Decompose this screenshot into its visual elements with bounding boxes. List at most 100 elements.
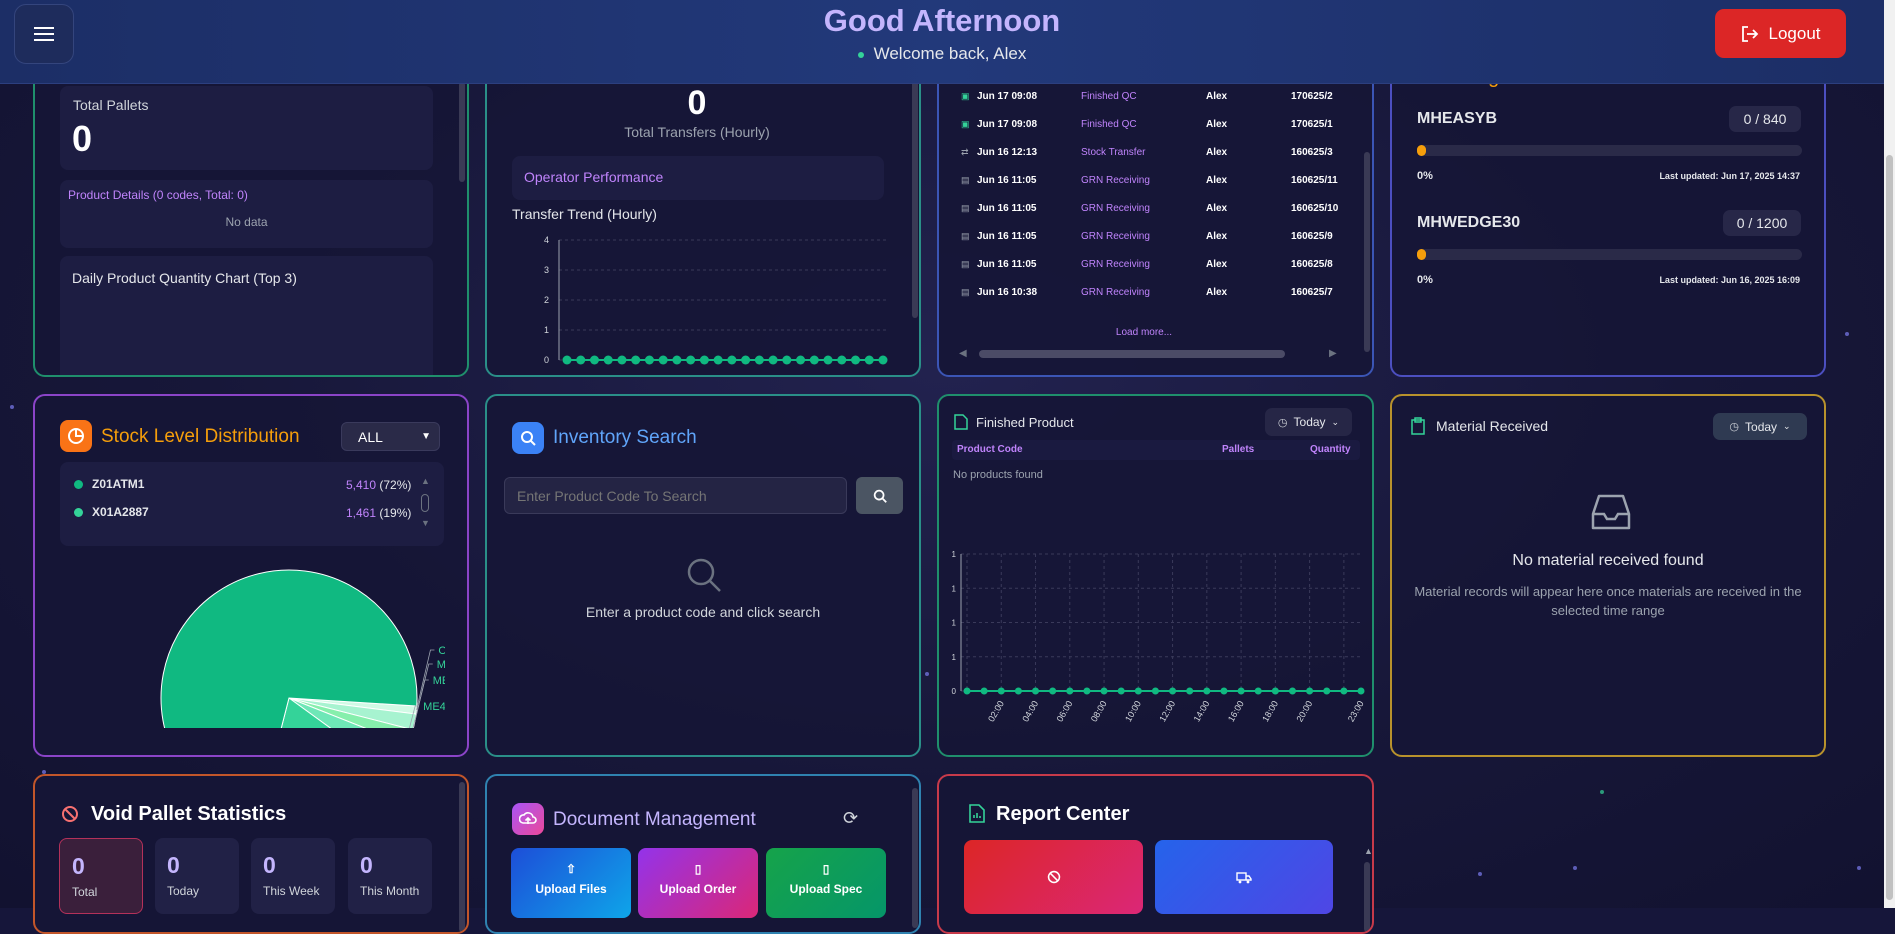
data-point[interactable] — [562, 355, 572, 365]
page-scrollbar[interactable] — [1884, 0, 1895, 908]
data-point[interactable] — [686, 355, 696, 365]
material-title: Material Received — [1436, 418, 1549, 434]
data-point[interactable] — [631, 355, 641, 365]
material-range-select[interactable]: ◷ Today ⌄ — [1713, 413, 1807, 440]
activity-time: Jun 16 11:05 — [977, 230, 1037, 242]
table-row[interactable]: ▤ Jun 16 10:38 GRN Receiving Alex 160625/7 — [961, 278, 1341, 306]
data-point[interactable] — [1032, 687, 1040, 695]
data-point[interactable] — [1271, 687, 1279, 695]
stock-filter-select[interactable]: ALL ▼ — [341, 422, 440, 451]
pallets-scrollbar[interactable] — [459, 82, 465, 182]
data-point[interactable] — [617, 355, 627, 365]
data-point[interactable] — [1357, 687, 1365, 695]
page-scrollbar-thumb[interactable] — [1886, 155, 1893, 900]
legend-swatch — [74, 480, 83, 489]
void-report-button[interactable] — [964, 840, 1143, 914]
data-point[interactable] — [1220, 687, 1228, 695]
data-point[interactable] — [997, 687, 1005, 695]
y-tick-label: 2 — [544, 295, 549, 305]
void-scrollbar[interactable] — [459, 782, 465, 932]
data-point[interactable] — [809, 355, 819, 365]
data-point[interactable] — [699, 355, 709, 365]
data-point[interactable] — [1014, 687, 1022, 695]
data-point[interactable] — [1083, 687, 1091, 695]
data-point[interactable] — [851, 355, 861, 365]
y-tick-label: 1 — [952, 653, 957, 662]
data-point[interactable] — [1117, 687, 1125, 695]
activity-icon: ▤ — [961, 286, 970, 297]
data-point[interactable] — [1288, 687, 1296, 695]
logout-icon — [1741, 25, 1758, 42]
activity-hscrollbar[interactable] — [979, 350, 1285, 358]
data-point[interactable] — [672, 355, 682, 365]
data-point[interactable] — [1186, 687, 1194, 695]
file-icon: ▯ — [822, 862, 830, 876]
data-point[interactable] — [864, 355, 874, 365]
data-point[interactable] — [644, 355, 654, 365]
scroll-left-icon[interactable]: ◀ — [959, 348, 967, 359]
data-point[interactable] — [589, 355, 599, 365]
data-point[interactable] — [1100, 687, 1108, 695]
operator-performance-panel[interactable]: Operator Performance — [512, 156, 884, 200]
data-point[interactable] — [1306, 687, 1314, 695]
data-point[interactable] — [658, 355, 668, 365]
table-row[interactable]: ▤ Jun 16 11:05 GRN Receiving Alex 160625/11 — [961, 166, 1341, 194]
data-point[interactable] — [727, 355, 737, 365]
data-point[interactable] — [782, 355, 792, 365]
table-row[interactable]: ▤ Jun 16 11:05 GRN Receiving Alex 160625/10 — [961, 194, 1341, 222]
data-point[interactable] — [768, 355, 778, 365]
data-point[interactable] — [1049, 687, 1057, 695]
table-row[interactable]: ▤ Jun 16 11:05 GRN Receiving Alex 160625/9 — [961, 222, 1341, 250]
legend-scroll-thumb[interactable] — [421, 494, 429, 512]
data-point[interactable] — [837, 355, 847, 365]
table-row[interactable]: ⇄ Jun 16 12:13 Stock Transfer Alex 160625/3 — [961, 138, 1341, 166]
finished-title: Finished Product — [976, 415, 1074, 430]
finished-card: Finished Product ◷ Today ⌄ Product Code … — [937, 394, 1374, 757]
transfers-scrollbar[interactable] — [912, 78, 918, 318]
data-point[interactable] — [741, 355, 751, 365]
void-stat-total: 0 Total — [59, 838, 143, 914]
data-point[interactable] — [878, 355, 888, 365]
data-point[interactable] — [576, 355, 586, 365]
data-point[interactable] — [963, 687, 971, 695]
finished-range-select[interactable]: ◷ Today ⌄ — [1265, 408, 1352, 436]
scroll-right-icon[interactable]: ▶ — [1329, 348, 1337, 359]
data-point[interactable] — [980, 687, 988, 695]
document-scrollbar[interactable] — [912, 788, 918, 928]
legend-value: 5,410 — [346, 478, 377, 492]
data-point[interactable] — [1151, 687, 1159, 695]
data-point[interactable] — [754, 355, 764, 365]
report-scrollbar[interactable] — [1364, 862, 1370, 932]
search-input[interactable] — [504, 477, 847, 514]
activity-scrollbar[interactable] — [1364, 152, 1370, 352]
table-row[interactable]: ▣ Jun 17 09:08 Finished QC Alex 170625/1 — [961, 110, 1341, 138]
transfer-report-button[interactable] — [1155, 840, 1333, 914]
data-point[interactable] — [1254, 687, 1262, 695]
data-point[interactable] — [1066, 687, 1074, 695]
search-button[interactable] — [856, 477, 903, 514]
activity-user: Alex — [1206, 230, 1228, 242]
activity-time: Jun 16 10:38 — [977, 286, 1038, 298]
data-point[interactable] — [1134, 687, 1142, 695]
legend-scroll-up-icon[interactable]: ▲ — [421, 476, 430, 486]
x-tick-label: 06:00 — [1055, 699, 1075, 724]
data-point[interactable] — [1237, 687, 1245, 695]
data-point[interactable] — [796, 355, 806, 365]
data-point[interactable] — [603, 355, 613, 365]
table-row[interactable]: ▣ Jun 17 09:08 Finished QC Alex 170625/2 — [961, 82, 1341, 110]
logout-button[interactable]: Logout — [1715, 9, 1846, 58]
data-point[interactable] — [1169, 687, 1177, 695]
load-more-link[interactable]: Load more... — [939, 327, 1349, 338]
table-row[interactable]: ▤ Jun 16 11:05 GRN Receiving Alex 160625/8 — [961, 250, 1341, 278]
y-tick-label: 1 — [952, 619, 957, 628]
legend-scroll-down-icon[interactable]: ▼ — [421, 518, 430, 528]
bg-star — [1845, 332, 1849, 336]
data-point[interactable] — [823, 355, 833, 365]
data-point[interactable] — [1323, 687, 1331, 695]
data-point[interactable] — [713, 355, 723, 365]
data-point[interactable] — [1203, 687, 1211, 695]
refresh-icon[interactable]: ⟳ — [843, 808, 858, 829]
chevron-down-icon: ▼ — [421, 431, 431, 442]
report-scroll-up-icon[interactable]: ▲ — [1364, 846, 1372, 856]
data-point[interactable] — [1340, 687, 1348, 695]
